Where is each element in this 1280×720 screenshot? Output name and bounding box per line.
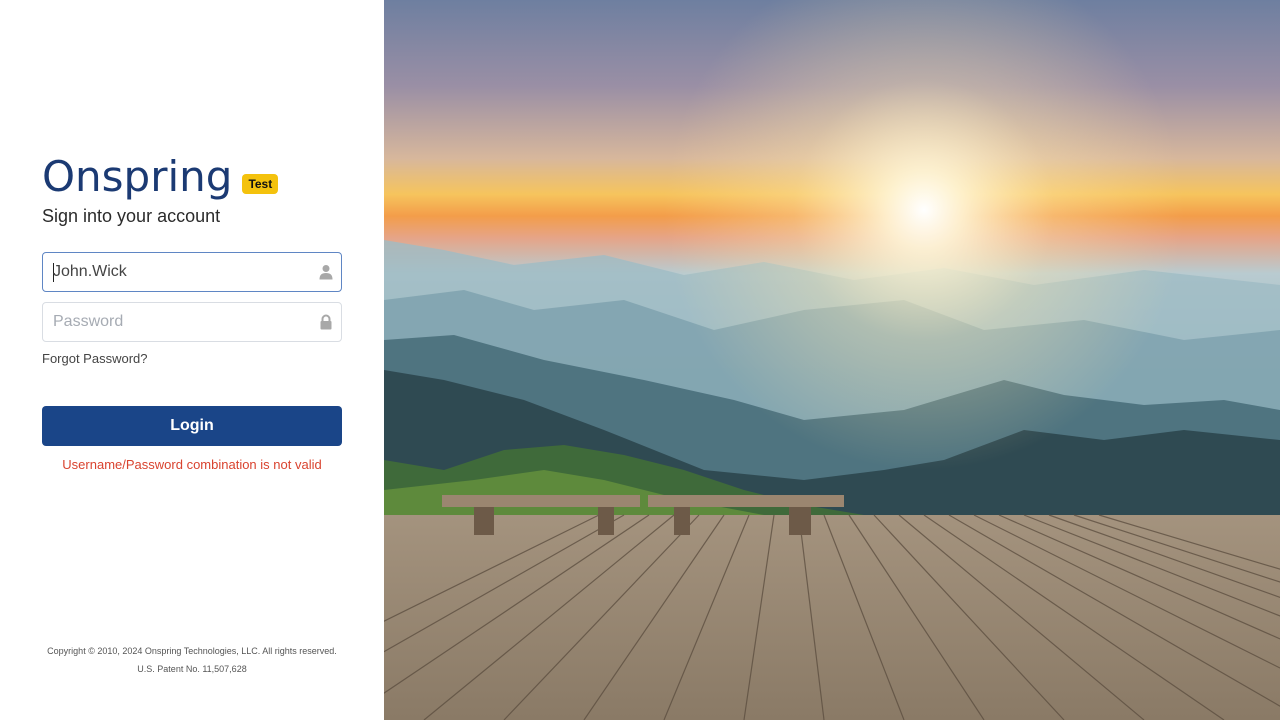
error-message: Username/Password combination is not val… [62,457,322,472]
patent-text: U.S. Patent No. 11,507,628 [137,664,247,674]
username-field[interactable]: John.Wick [42,252,342,292]
brand-logo: Onspring Test [42,150,279,201]
login-panel: Onspring Test Sign into your account Joh… [0,0,384,720]
landscape-image [384,0,1280,720]
copyright-text: Copyright © 2010, 2024 Onspring Technolo… [47,646,337,656]
forgot-password-link[interactable]: Forgot Password? [42,351,148,366]
copyright-footer: Copyright © 2010, 2024 Onspring Technolo… [0,642,384,678]
brand-wordmark: Onspring [42,152,233,201]
username-value: John.Wick [53,263,127,280]
page-title: Sign into your account [42,206,221,226]
password-placeholder: Password [53,313,124,330]
lock-icon [320,314,332,330]
user-icon [319,265,333,280]
environment-badge: Test [242,174,279,194]
login-button[interactable]: Login [42,406,342,446]
landscape-illustration [384,0,1280,720]
password-field[interactable]: Password [42,302,342,342]
